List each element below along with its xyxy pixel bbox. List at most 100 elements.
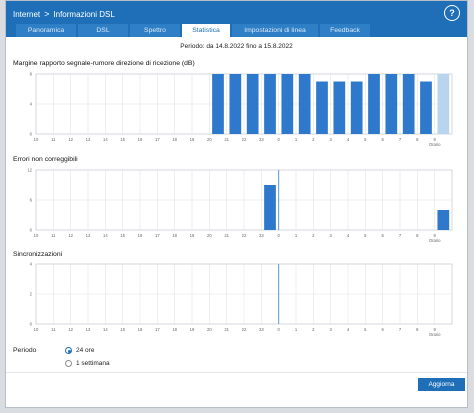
x-tick-label: 22 (242, 327, 247, 332)
y-tick-label: 4 (30, 262, 33, 267)
x-tick-label: 11 (51, 327, 56, 332)
y-tick-label: 8 (30, 72, 33, 77)
header-bar: Internet > Informazioni DSL ? Panoramica… (6, 1, 467, 37)
x-tick-label: 10 (34, 137, 39, 142)
tab-bar: Panoramica DSL Spettro Statistica Impost… (16, 24, 370, 37)
x-tick-label: 7 (399, 233, 402, 238)
chart-title-snr: Margine rapporto segnale-rumore direzion… (13, 60, 195, 67)
x-tick-label: 21 (224, 327, 229, 332)
x-tick-label: 12 (68, 233, 73, 238)
x-tick-label: 1 (295, 233, 298, 238)
bar (298, 74, 311, 134)
x-tick-label: 7 (399, 327, 402, 332)
x-tick-label: 14 (103, 137, 108, 142)
x-tick-label: 15 (120, 137, 125, 142)
x-tick-label: 10 (34, 327, 39, 332)
bar (402, 74, 415, 134)
bar (437, 74, 450, 134)
x-tick-label: 8 (416, 233, 419, 238)
y-tick-label: 12 (27, 168, 32, 173)
x-tick-label: 5 (364, 137, 367, 142)
y-tick-label: 0 (30, 322, 33, 327)
radio-1-week[interactable]: 1 settimana (65, 360, 110, 367)
tab-dsl[interactable]: DSL (78, 24, 128, 37)
x-tick-label: 3 (329, 137, 332, 142)
x-tick-label: 6 (381, 137, 384, 142)
x-tick-label: 8 (416, 327, 419, 332)
x-tick-label: 5 (364, 233, 367, 238)
period-title: Periodo: da 14.8.2022 fino a 15.8.2022 (180, 43, 293, 50)
help-icon[interactable]: ? (444, 5, 460, 21)
breadcrumb-dsl-info: Informazioni DSL (53, 9, 115, 19)
x-tick-label: 18 (172, 327, 177, 332)
radio-1-week-label: 1 settimana (76, 360, 110, 367)
x-tick-label: 0 (277, 327, 280, 332)
x-axis-end-label: Orario (429, 238, 441, 243)
bar (333, 81, 346, 134)
x-tick-label: 3 (329, 233, 332, 238)
tab-panoramica[interactable]: Panoramica (16, 24, 76, 37)
x-tick-label: 18 (172, 137, 177, 142)
tab-feedback[interactable]: Feedback (320, 24, 370, 37)
bar (246, 74, 259, 134)
y-tick-label: 0 (30, 132, 33, 137)
radio-24-hours[interactable]: 24 ore (65, 347, 94, 354)
x-tick-label: 14 (103, 327, 108, 332)
tab-spettro[interactable]: Spettro (130, 24, 180, 37)
chart-synchronizations: 02410 11 12 13 14 15 16 17 18 19 20 21 22 23 0 1 2 3 4 5 6 7 8… (30, 262, 453, 337)
x-tick-label: 2 (312, 233, 315, 238)
x-tick-label: 23 (259, 327, 264, 332)
y-tick-label: 4 (30, 102, 33, 107)
tab-impostazioni-di-linea[interactable]: Impostazioni di linea (232, 24, 318, 37)
x-tick-label: 1 (295, 137, 298, 142)
x-tick-label: 17 (155, 137, 160, 142)
x-tick-label: 17 (155, 327, 160, 332)
x-tick-label: 13 (86, 233, 91, 238)
bar (437, 210, 450, 230)
x-tick-label: 19 (190, 137, 195, 142)
tab-statistica[interactable]: Statistica (182, 24, 230, 37)
y-tick-label: 6 (30, 198, 33, 203)
x-tick-label: 19 (190, 327, 195, 332)
x-tick-label: 20 (207, 137, 212, 142)
x-tick-label: 20 (207, 233, 212, 238)
breadcrumb: Internet > Informazioni DSL (13, 9, 115, 19)
x-tick-label: 4 (347, 137, 350, 142)
bar (385, 74, 398, 134)
x-tick-label: 6 (381, 327, 384, 332)
bar (212, 74, 224, 134)
x-tick-label: 11 (51, 233, 56, 238)
x-tick-label: 0 (277, 233, 280, 238)
footer-divider (6, 372, 467, 373)
x-tick-label: 23 (259, 137, 264, 142)
x-tick-label: 2 (312, 327, 315, 332)
chart-snr-margin: 04810 11 12 13 14 15 16 17 18 19 20 21 22 23 0 1 2 3 4 5 6 7 8… (30, 72, 453, 147)
x-tick-label: 5 (364, 327, 367, 332)
bar (264, 185, 276, 230)
x-tick-label: 12 (68, 327, 73, 332)
bar (316, 81, 328, 134)
breadcrumb-internet[interactable]: Internet (13, 10, 40, 19)
chevron-right-icon: > (44, 9, 50, 19)
y-tick-label: 2 (30, 292, 33, 297)
bar (350, 81, 363, 134)
x-tick-label: 4 (347, 233, 350, 238)
bar (281, 74, 294, 134)
x-tick-label: 11 (51, 137, 56, 142)
x-tick-label: 14 (103, 233, 108, 238)
x-tick-label: 10 (34, 233, 39, 238)
radio-selected-icon[interactable] (65, 347, 72, 354)
bar (229, 74, 242, 134)
x-tick-label: 19 (190, 233, 195, 238)
x-axis-end-label: Orario (429, 332, 441, 337)
refresh-button[interactable]: Aggiorna (418, 378, 465, 391)
radio-unselected-icon[interactable] (65, 360, 72, 367)
radio-24-hours-label: 24 ore (76, 347, 95, 354)
x-tick-label: 16 (138, 327, 143, 332)
x-tick-label: 4 (347, 327, 350, 332)
x-tick-label: 15 (120, 233, 125, 238)
x-tick-label: 0 (277, 137, 280, 142)
dsl-statistics-window: Internet > Informazioni DSL ? Panoramica… (5, 0, 468, 408)
x-axis-end-label: Orario (429, 142, 441, 147)
bar (264, 74, 276, 134)
